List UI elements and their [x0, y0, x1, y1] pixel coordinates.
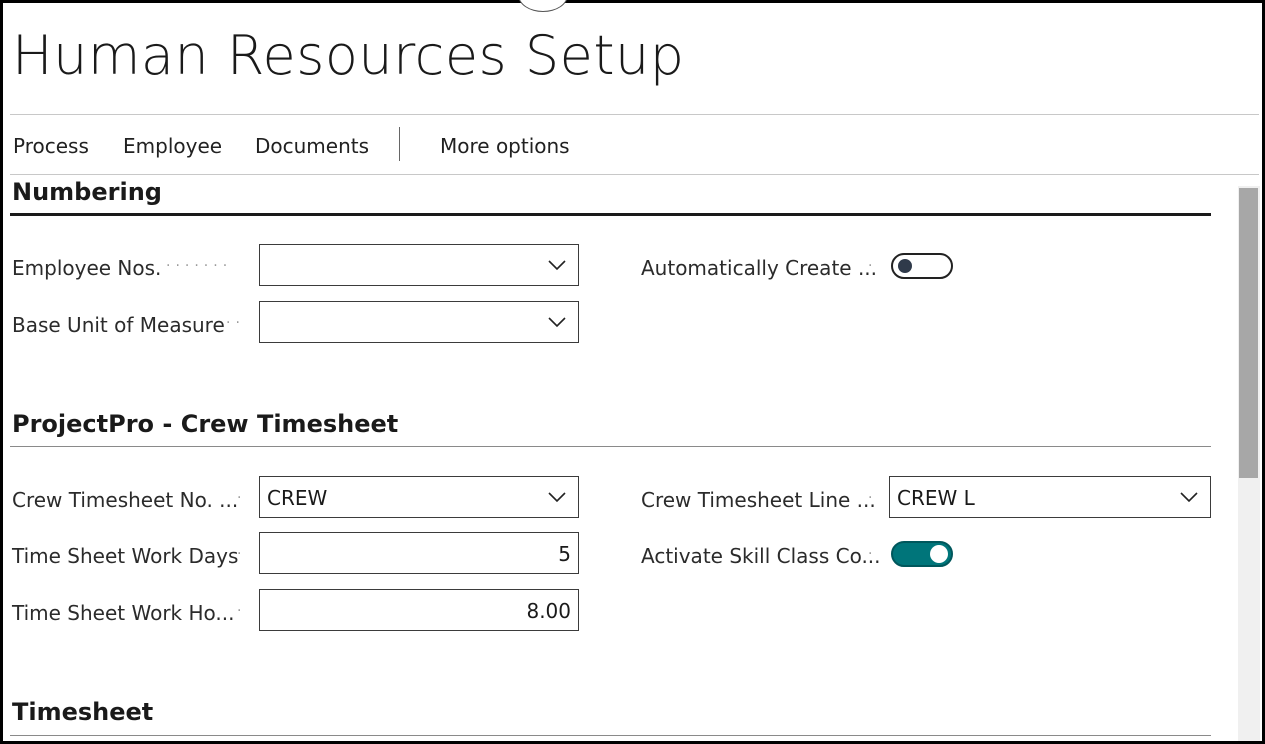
field-leader-dots: ·: [237, 603, 247, 619]
work-days-field[interactable]: 5: [259, 532, 579, 574]
crew-timesheet-no-value: CREW: [267, 486, 328, 510]
content-area: Numbering Employee Nos. ······· Base Uni…: [0, 175, 1236, 744]
toggle-knob: [898, 259, 912, 273]
field-leader-dots: ·: [868, 490, 878, 506]
section-rule-numbering: [10, 213, 1211, 216]
action-separator: [399, 127, 400, 161]
field-leader-dots: ·: [237, 490, 247, 506]
work-days-value: 5: [558, 542, 571, 566]
page-title: Human Resources Setup: [12, 24, 685, 87]
chevron-down-icon[interactable]: [548, 488, 566, 506]
employee-nos-label: Employee Nos.: [12, 256, 162, 280]
scrollbar-thumb[interactable]: [1239, 188, 1258, 478]
action-more-options[interactable]: More options: [440, 134, 570, 158]
action-documents[interactable]: Documents: [255, 134, 369, 158]
field-leader-dots: ·······: [166, 258, 233, 274]
auto-create-toggle[interactable]: [891, 253, 953, 279]
section-title-numbering[interactable]: Numbering: [12, 178, 162, 206]
chevron-down-icon[interactable]: [548, 256, 566, 274]
field-leader-dots: ··: [226, 315, 245, 331]
section-rule-timesheet: [10, 735, 1211, 736]
crew-timesheet-no-label: Crew Timesheet No. ...: [12, 488, 239, 512]
title-divider: [10, 114, 1259, 115]
section-title-timesheet[interactable]: Timesheet: [12, 698, 153, 726]
section-title-crew-timesheet[interactable]: ProjectPro - Crew Timesheet: [12, 410, 398, 438]
field-leader-dots: ·: [237, 546, 247, 562]
toggle-knob: [930, 545, 948, 563]
field-leader-dots: ·: [868, 258, 878, 274]
chevron-down-icon[interactable]: [1180, 488, 1198, 506]
work-days-label: Time Sheet Work Days: [12, 544, 239, 568]
action-process[interactable]: Process: [13, 134, 89, 158]
crew-timesheet-line-value: CREW L: [897, 486, 975, 510]
top-circle-decoration: [518, 0, 568, 12]
employee-nos-field[interactable]: [259, 244, 579, 286]
work-hours-label: Time Sheet Work Ho...: [12, 601, 235, 625]
work-hours-field[interactable]: 8.00: [259, 589, 579, 631]
work-hours-value: 8.00: [526, 599, 571, 623]
crew-timesheet-no-field[interactable]: CREW: [259, 476, 579, 518]
chevron-down-icon[interactable]: [548, 313, 566, 331]
skill-class-toggle[interactable]: [891, 541, 953, 567]
field-leader-dots: ·: [868, 546, 878, 562]
skill-class-label: Activate Skill Class Co...: [641, 544, 881, 568]
action-employee[interactable]: Employee: [123, 134, 222, 158]
auto-create-label: Automatically Create ...: [641, 256, 878, 280]
base-unit-field[interactable]: [259, 301, 579, 343]
section-rule-crew-timesheet: [10, 446, 1211, 447]
crew-timesheet-line-label: Crew Timesheet Line ...: [641, 488, 876, 512]
base-unit-label: Base Unit of Measure: [12, 313, 225, 337]
action-bar: Process Employee Documents More options: [0, 122, 1260, 172]
crew-timesheet-line-field[interactable]: CREW L: [889, 476, 1211, 518]
